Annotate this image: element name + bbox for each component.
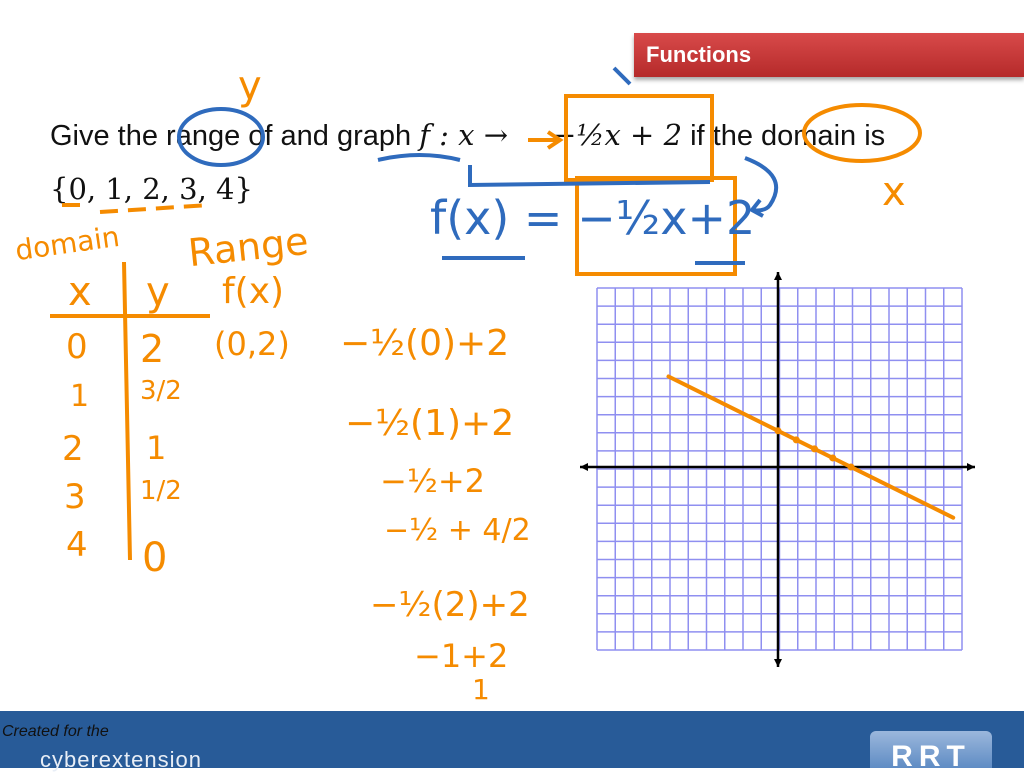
domain-underline — [62, 203, 211, 214]
hw-x-3: 3 — [64, 477, 86, 517]
hw-work-7: 1 — [472, 673, 490, 706]
bracket — [468, 165, 711, 188]
tick-mark — [612, 66, 632, 86]
hw-x-2: 2 — [62, 429, 84, 469]
hw-y-0: 2 — [140, 327, 165, 371]
footer-created-for: Created for the — [2, 723, 109, 740]
coordinate-graph — [580, 272, 975, 667]
rrt-logo: RRT — [870, 731, 992, 768]
hw-work-1: −½(0)+2 — [340, 323, 510, 364]
footer-brand-logo: cyberextension — [40, 747, 202, 772]
arrow-icon — [528, 130, 564, 150]
hw-work-5: −½(2)+2 — [370, 585, 530, 625]
hw-work-6: −1+2 — [414, 637, 509, 675]
footer-bar: Created for the cyberextension RRT — [0, 711, 1024, 772]
function-line — [666, 374, 956, 520]
plotted-point — [811, 445, 818, 453]
hw-equation: f(x) = −½x+2 — [430, 191, 756, 245]
hw-table-y-header: y — [146, 269, 170, 315]
expression-box — [564, 94, 714, 182]
hw-x-0: 0 — [66, 327, 88, 367]
hw-y-2: 1 — [146, 429, 167, 467]
hw-work-4: −½ + 4/2 — [384, 513, 531, 548]
plotted-point — [792, 436, 800, 444]
hw-point: (0,2) — [214, 325, 290, 363]
hw-work-3: −½+2 — [380, 462, 485, 500]
hw-x-label: x — [882, 169, 906, 215]
hw-y-1: 3/2 — [140, 376, 182, 406]
equation-underlines — [442, 256, 745, 265]
range-circle — [177, 107, 265, 167]
hw-table-x-header: x — [68, 269, 92, 315]
plotted-point — [774, 427, 782, 435]
hw-work-2: −½(1)+2 — [345, 403, 515, 444]
hw-x-1: 1 — [70, 379, 90, 414]
hw-fx-label: f(x) — [222, 271, 285, 312]
hw-y-3: 1/2 — [140, 476, 182, 506]
plotted-point — [829, 454, 837, 462]
hw-y-4: 0 — [142, 535, 168, 581]
hw-x-4: 4 — [66, 525, 88, 565]
hw-y-label: y — [238, 63, 262, 109]
domain-circle — [802, 103, 922, 163]
plotted-point — [847, 463, 855, 471]
graph-underline — [377, 153, 461, 162]
